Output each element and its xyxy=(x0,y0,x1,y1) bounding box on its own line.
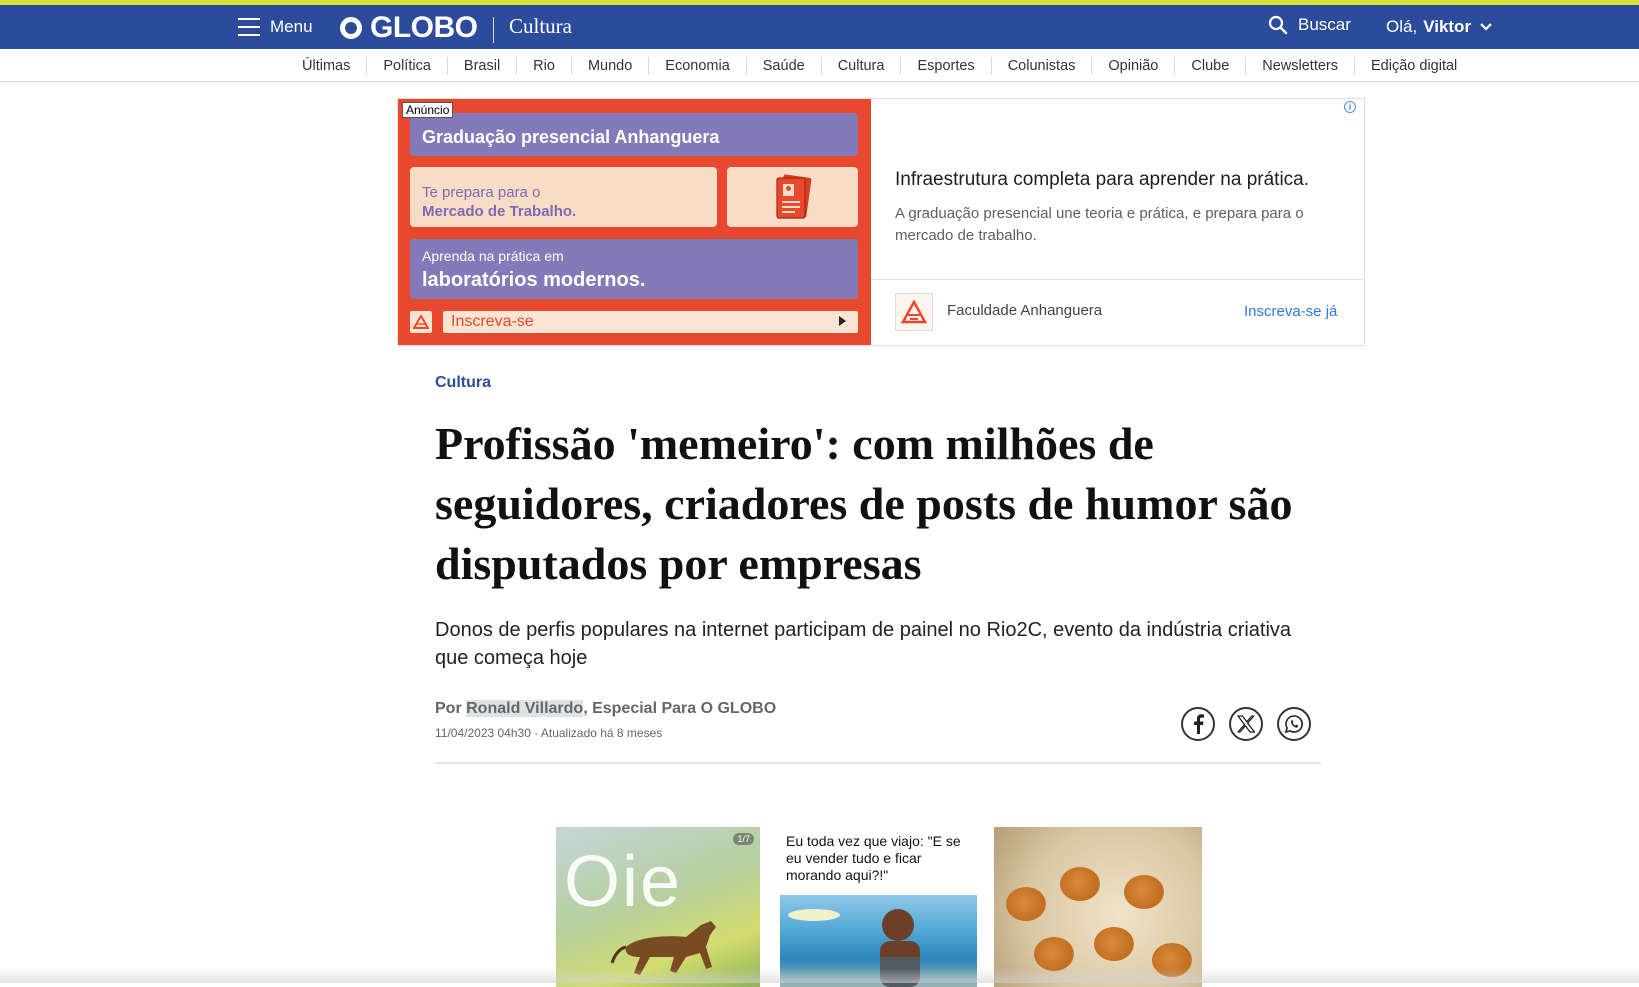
ad-box-labs: Aprenda na prática em laboratórios moder… xyxy=(410,239,858,299)
logo-text: GLOBO xyxy=(370,11,478,44)
nav-item[interactable]: Últimas xyxy=(286,57,366,75)
ad-box-labs-small: Aprenda na prática em xyxy=(422,248,564,264)
anhanguera-brand-logo-icon xyxy=(895,293,933,331)
ad-box-illustration xyxy=(727,167,858,227)
meme-caption: Eu toda vez que viajo: "E se eu vender t… xyxy=(786,833,961,883)
ad-box-labs-large: laboratórios modernos. xyxy=(422,269,646,291)
anhanguera-logo-icon xyxy=(410,311,432,333)
ad-box-market-line2: Mercado de Trabalho. xyxy=(422,203,577,220)
article-dateline: 11/04/2023 04h30 · Atualizado há 8 meses xyxy=(435,726,663,740)
article-divider xyxy=(435,762,1321,764)
nav-item[interactable]: Economia xyxy=(648,56,745,75)
document-id-icon xyxy=(775,174,811,219)
ad-box-market: Te prepara para o Mercado de Trabalho. xyxy=(410,167,717,227)
ad-signup-link[interactable]: Inscreva-se já xyxy=(1244,303,1337,320)
article-kicker[interactable]: Cultura xyxy=(435,374,491,392)
food-dot xyxy=(1094,927,1134,961)
advertisement[interactable]: Graduação presencial Anhanguera Anúncio … xyxy=(397,98,1365,346)
play-arrow-icon xyxy=(839,316,846,326)
search-label: Buscar xyxy=(1298,15,1351,34)
ad-badge: Anúncio xyxy=(402,102,454,118)
article-subtitle: Donos de perfis populares na internet pa… xyxy=(435,619,1292,669)
ad-box-title: Graduação presencial Anhanguera xyxy=(410,113,858,156)
food-dot xyxy=(1124,875,1164,909)
share-whatsapp-button[interactable] xyxy=(1277,707,1311,741)
menu-label: Menu xyxy=(270,17,313,36)
nav-item[interactable]: Colunistas xyxy=(990,56,1092,75)
ad-signup-bar[interactable]: Inscreva-se xyxy=(443,311,858,333)
food-dot xyxy=(1060,867,1100,901)
gallery-thumb-meme[interactable]: Eu toda vez que viajo: "E se eu vender t… xyxy=(776,827,981,987)
gallery-thumb-horse[interactable]: Oie 1/7 xyxy=(556,827,760,987)
share-facebook-button[interactable] xyxy=(1181,707,1215,741)
share-x-button[interactable] xyxy=(1229,707,1263,741)
nav-item[interactable]: Saúde xyxy=(745,56,821,75)
ad-info-icon[interactable]: i xyxy=(1344,101,1356,113)
nav-item[interactable]: Cultura xyxy=(820,56,901,75)
food-dot xyxy=(1006,887,1046,921)
logo-o-mark xyxy=(340,17,362,39)
x-icon xyxy=(1237,715,1255,733)
thumb-overlay-text: Oie xyxy=(564,842,683,922)
gallery-counter: 1/7 xyxy=(733,833,754,845)
nav-item[interactable]: Brasil xyxy=(446,56,516,75)
nav-item[interactable]: Newsletters xyxy=(1245,56,1354,75)
nav-item[interactable]: Rio xyxy=(516,56,571,75)
whatsapp-icon xyxy=(1284,715,1303,734)
facebook-icon xyxy=(1194,714,1204,734)
user-greeting: Olá, xyxy=(1386,17,1418,36)
nav-item[interactable]: Opinião xyxy=(1091,56,1174,75)
bottom-fade xyxy=(0,968,1639,983)
section-title-link[interactable]: Cultura xyxy=(509,14,572,39)
nav-item[interactable]: Política xyxy=(366,56,447,75)
food-dot xyxy=(1034,937,1074,971)
search-icon xyxy=(1268,15,1288,35)
ad-signup-label: Inscreva-se xyxy=(451,313,534,330)
user-menu[interactable]: Olá, Viktor xyxy=(1386,17,1493,37)
nav-item[interactable]: Esportes xyxy=(900,56,990,75)
author-link[interactable]: Ronald Villardo xyxy=(466,700,584,717)
article-byline: Por Ronald Villardo, Especial Para O GLO… xyxy=(435,700,776,718)
nav-item[interactable]: Mundo xyxy=(570,56,648,75)
ad-description: A graduação presencial une teoria e prát… xyxy=(895,205,1304,244)
nav-item[interactable]: Clube xyxy=(1174,56,1245,75)
hamburger-icon xyxy=(238,18,260,36)
ad-divider xyxy=(871,279,1364,280)
menu-button[interactable]: Menu xyxy=(238,13,313,41)
section-nav: Últimas Política Brasil Rio Mundo Economia Saú… xyxy=(0,49,1639,82)
ad-banner-image[interactable]: Graduação presencial Anhanguera Anúncio … xyxy=(398,99,871,345)
ad-headline[interactable]: Infraestrutura completa para aprender na… xyxy=(895,169,1309,191)
chevron-down-icon xyxy=(1480,23,1492,31)
site-logo[interactable]: GLOBO xyxy=(340,11,478,45)
section-nav-items: Últimas Política Brasil Rio Mundo Economia Saú… xyxy=(286,49,1473,82)
ad-box-market-line1: Te prepara para o xyxy=(422,184,541,201)
byline-suffix: , Especial Para O GLOBO xyxy=(583,700,777,717)
search-button[interactable]: Buscar xyxy=(1268,15,1351,35)
logo-separator xyxy=(493,17,494,43)
gallery-thumb-food[interactable] xyxy=(994,827,1202,987)
article-headline: Profissão 'memeiro': com milhões de segu… xyxy=(435,418,1293,589)
user-name: Viktor xyxy=(1423,17,1472,36)
byline-prefix: Por xyxy=(435,700,462,717)
nav-item[interactable]: Edição digital xyxy=(1354,56,1473,75)
ad-brand-name: Faculdade Anhanguera xyxy=(947,302,1103,319)
top-header: Menu GLOBO Cultura Buscar Olá, Viktor xyxy=(0,5,1639,49)
